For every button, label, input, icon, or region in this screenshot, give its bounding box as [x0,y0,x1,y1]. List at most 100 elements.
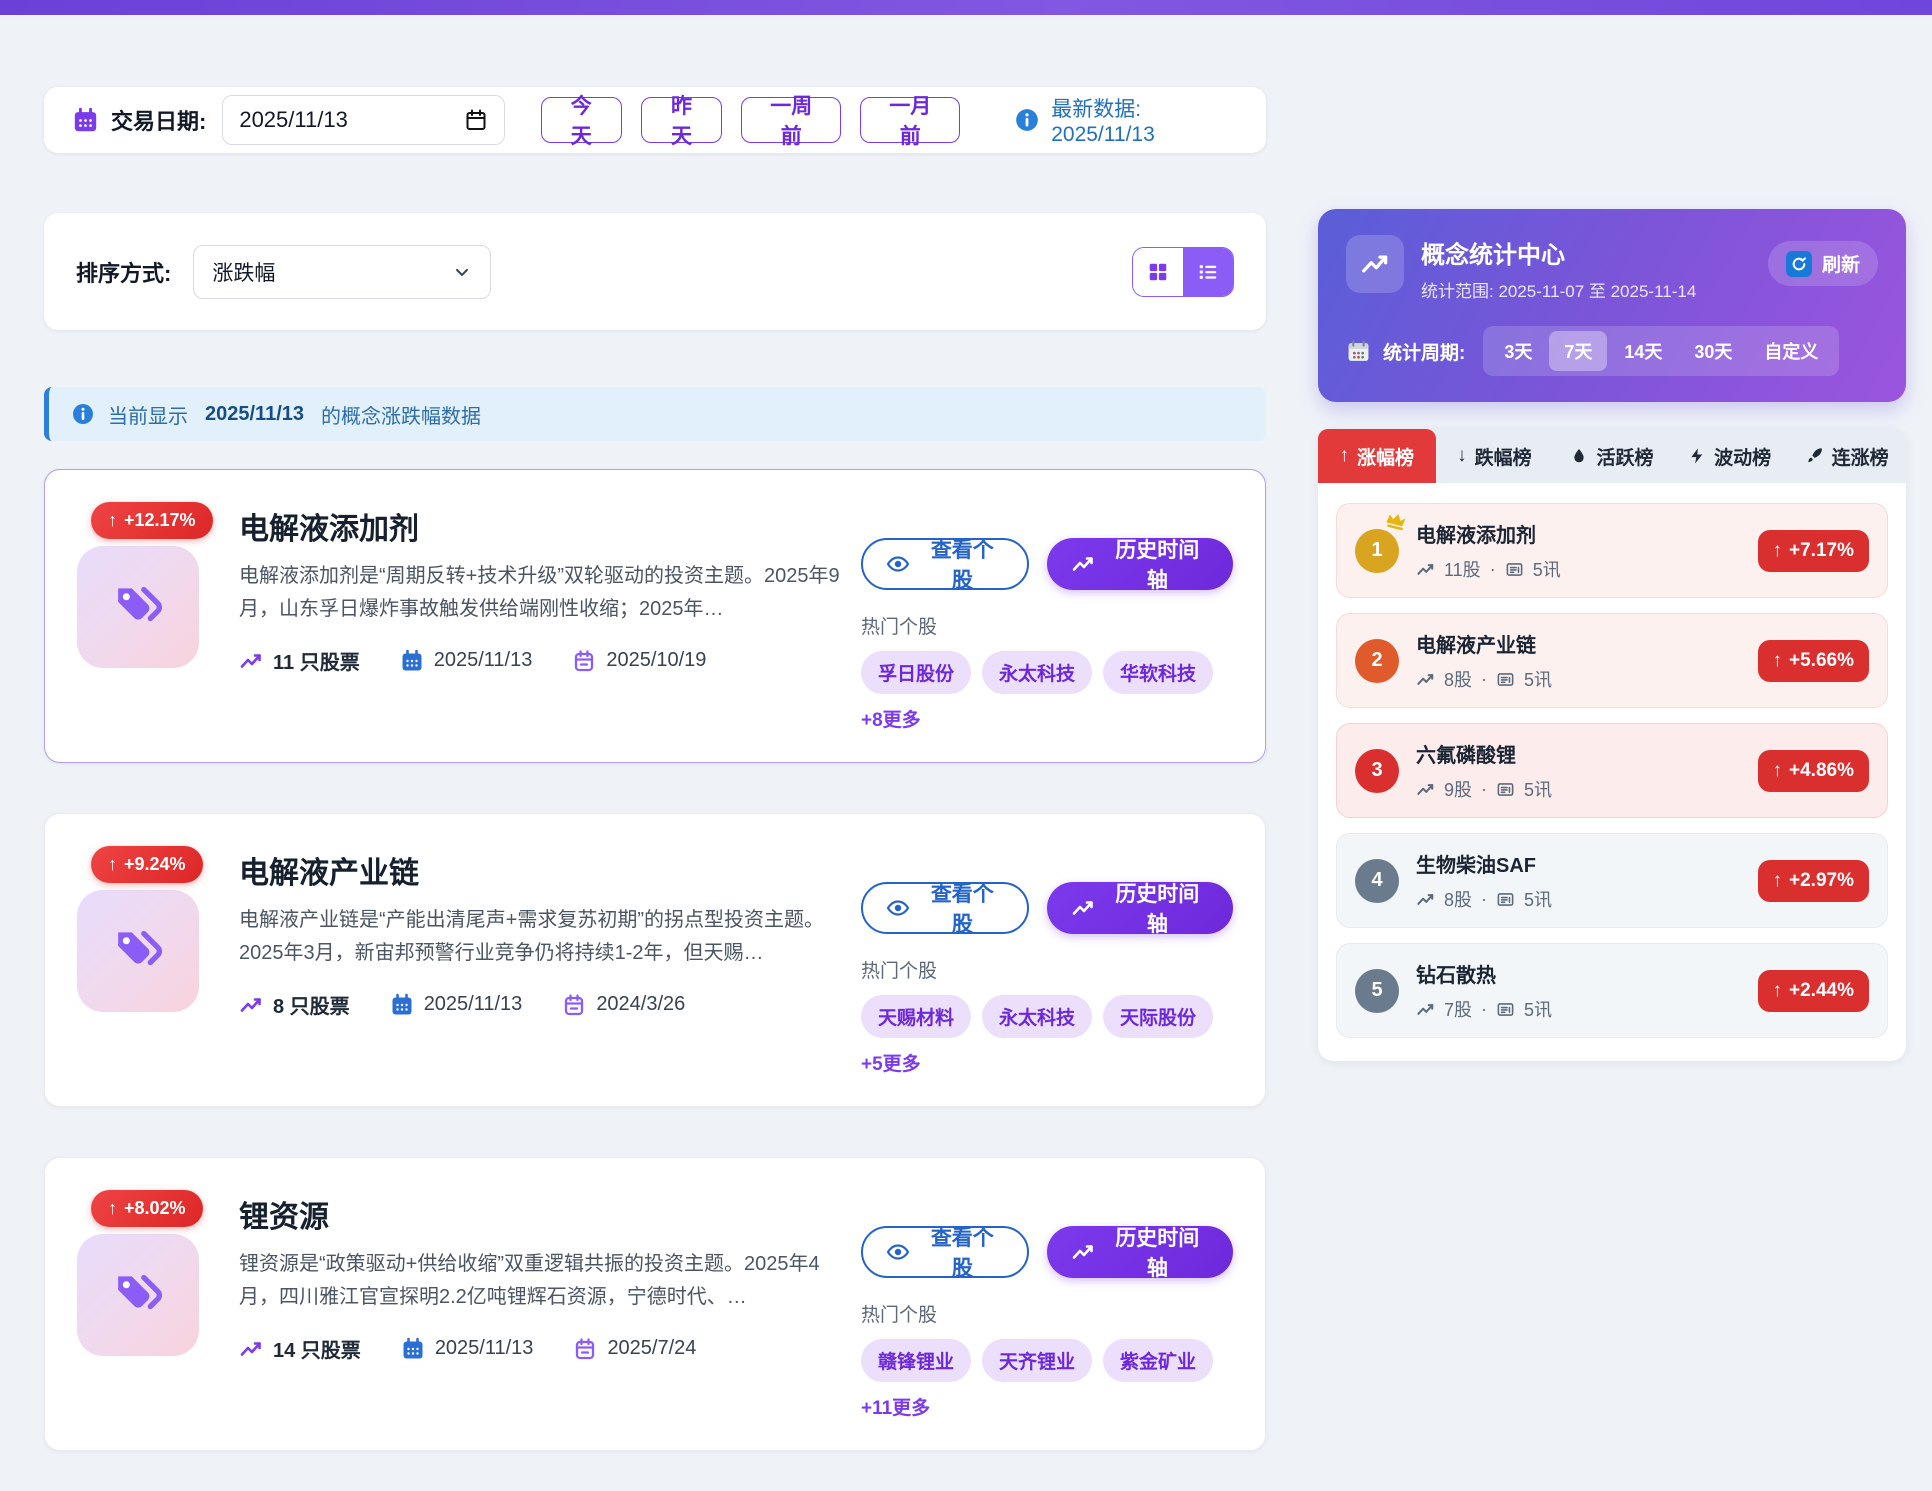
change-badge: ↑+8.02% [91,1190,203,1227]
view-stocks-button[interactable]: 查看个股 [861,882,1029,934]
create-date: 2025/10/19 [572,649,706,673]
period-selector: 3天 7天 14天 30天 自定义 [1483,326,1839,376]
history-timeline-button[interactable]: 历史时间轴 [1047,1226,1233,1278]
info-icon [1014,107,1040,133]
trade-date-input[interactable]: 2025/11/13 [222,95,504,145]
banner-text-suffix: 的概念涨跌幅数据 [321,400,481,429]
rank-change-badge: ↑ +2.44% [1758,970,1869,1012]
update-date: 2025/11/13 [401,1337,534,1361]
quick-date-buttons: 今天 昨天 一周前 一月前 [541,97,961,143]
arrow-up-icon: ↑ [108,510,117,531]
info-icon [71,402,95,426]
rank-badge: 1 [1355,529,1399,573]
stock-tag[interactable]: 华软科技 [1103,651,1213,694]
stock-tag[interactable]: 永太科技 [982,651,1092,694]
more-stocks-link[interactable]: +11更多 [861,1393,930,1420]
tab-losers[interactable]: ↓ 跌幅榜 [1436,429,1554,483]
month-ago-button[interactable]: 一月前 [860,97,960,143]
view-stocks-button[interactable]: 查看个股 [861,538,1029,590]
sort-select[interactable]: 涨跌幅 [193,245,491,299]
view-stocks-button[interactable]: 查看个股 [861,1226,1029,1278]
rank-badge: 2 [1355,639,1399,683]
arrow-up-icon: ↑ [1340,445,1350,467]
concept-card[interactable]: ↑+9.24% 电解液产业链 电解液产业链是“产能出清尾声+需求复苏初期”的拐点… [44,813,1266,1107]
period-custom[interactable]: 自定义 [1749,331,1833,371]
chart-line-icon [1416,1000,1435,1019]
stock-count: 8 只股票 [239,990,350,1019]
rank-meta: 8股 · 5讯 [1416,886,1758,912]
rank-meta: 7股 · 5讯 [1416,996,1758,1022]
ranking-item[interactable]: 3 六氟磷酸锂 9股 · 5讯 ↑ [1336,723,1888,818]
dot-separator: · [1481,889,1487,910]
news-icon [1496,780,1515,799]
chart-line-icon [1071,896,1095,920]
eye-icon [886,552,910,576]
more-stocks-link[interactable]: +8更多 [861,705,921,732]
ranking-item[interactable]: 4 生物柴油SAF 8股 · 5讯 ↑ [1336,833,1888,928]
today-button[interactable]: 今天 [541,97,622,143]
stock-tag[interactable]: 永太科技 [982,995,1092,1038]
chart-line-icon [1416,780,1435,799]
rank-concept-name: 钻石散热 [1416,959,1758,988]
tab-gainers[interactable]: ↑ 涨幅榜 [1318,429,1436,483]
period-7d[interactable]: 7天 [1549,331,1607,371]
rank-change-badge: ↑ +5.66% [1758,640,1869,682]
change-badge: ↑+9.24% [91,846,203,883]
chart-line-icon [1416,890,1435,909]
tab-active[interactable]: 活跃榜 [1553,429,1671,483]
stock-tag[interactable]: 天齐锂业 [982,1339,1092,1382]
rank-meta: 11股 · 5讯 [1416,556,1758,582]
ranking-item[interactable]: 5 钻石散热 7股 · 5讯 ↑ [1336,943,1888,1038]
history-timeline-button[interactable]: 历史时间轴 [1047,882,1233,934]
stats-range: 统计范围: 2025-11-07 至 2025-11-14 [1421,277,1768,302]
period-14d[interactable]: 14天 [1609,331,1677,371]
rank-badge: 4 [1355,859,1399,903]
ranking-item[interactable]: 1 电解液添加剂 11股 · 5 [1336,503,1888,598]
trade-date-card: 交易日期: 2025/11/13 今天 昨天 一周前 一月前 [44,87,1266,153]
yesterday-button[interactable]: 昨天 [641,97,722,143]
history-timeline-button[interactable]: 历史时间轴 [1047,538,1233,590]
tab-streak[interactable]: 连涨榜 [1788,429,1906,483]
concept-thumbnail [77,890,199,1012]
list-view-button[interactable] [1183,248,1233,296]
stock-tag[interactable]: 天际股份 [1103,995,1213,1038]
dot-separator: · [1481,669,1487,690]
concept-card[interactable]: ↑+12.17% 电解液添加剂 电解液添加剂是“周期反转+技术升级”双轮驱动的投… [44,469,1266,763]
arrow-up-icon: ↑ [1773,980,1783,1002]
period-30d[interactable]: 30天 [1679,331,1747,371]
grid-view-button[interactable] [1133,248,1183,296]
arrow-down-icon: ↓ [1457,445,1467,467]
rank-meta: 9股 · 5讯 [1416,776,1758,802]
news-icon [1496,1000,1515,1019]
ranking-list: 1 电解液添加剂 11股 · 5 [1318,483,1906,1061]
calendar-purple-icon [562,993,586,1017]
ranking-item[interactable]: 2 电解液产业链 8股 · 5讯 ↑ [1336,613,1888,708]
chart-line-icon [239,649,263,673]
chart-line-icon [1071,552,1095,576]
week-ago-button[interactable]: 一周前 [741,97,841,143]
tab-volatility[interactable]: 波动榜 [1671,429,1789,483]
stock-tag[interactable]: 赣锋锂业 [861,1339,971,1382]
rank-badge: 3 [1355,749,1399,793]
more-stocks-link[interactable]: +5更多 [861,1049,921,1076]
rank-change-badge: ↑ +7.17% [1758,530,1869,572]
arrow-up-icon: ↑ [108,854,117,875]
arrow-up-icon: ↑ [1773,540,1783,562]
concept-description: 电解液添加剂是“周期反转+技术升级”双轮驱动的投资主题。2025年9月，山东孚日… [239,560,851,626]
period-3d[interactable]: 3天 [1489,331,1547,371]
stock-tag[interactable]: 孚日股份 [861,651,971,694]
concept-title: 电解液产业链 [239,848,861,892]
tags-icon [110,1267,166,1323]
stock-tag[interactable]: 紫金矿业 [1103,1339,1213,1382]
concept-card[interactable]: ↑+8.02% 锂资源 锂资源是“政策驱动+供给收缩”双重逻辑共振的投资主题。2… [44,1157,1266,1451]
change-badge: ↑+12.17% [91,502,213,539]
refresh-button[interactable]: 刷新 [1768,241,1878,286]
create-date: 2025/7/24 [573,1337,696,1361]
rocket-icon [1806,447,1824,465]
stock-tag[interactable]: 天赐材料 [861,995,971,1038]
eye-icon [886,896,910,920]
date-picker-icon[interactable] [464,108,488,132]
ranking-tabs: ↑ 涨幅榜 ↓ 跌幅榜 活跃榜 波动榜 [1318,429,1906,483]
rank-concept-name: 生物柴油SAF [1416,849,1758,878]
eye-icon [886,1240,910,1264]
